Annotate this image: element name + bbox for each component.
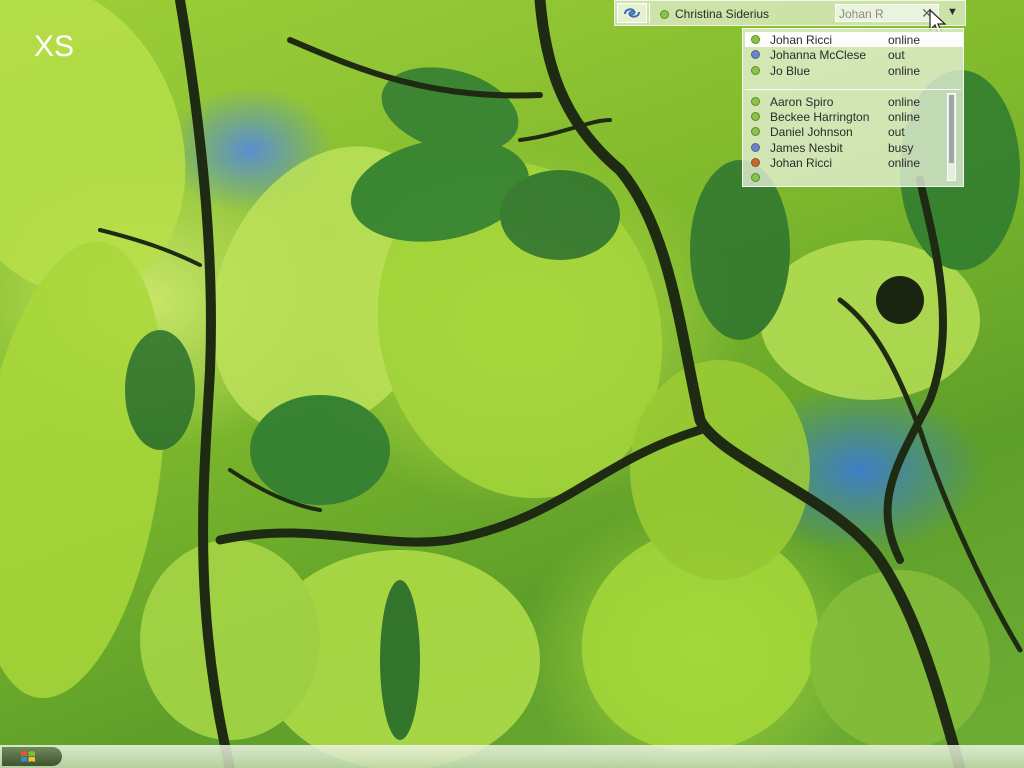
status-dot — [751, 158, 760, 167]
status-dot — [751, 97, 760, 106]
contact-row[interactable]: Beckee Harrington online — [751, 109, 938, 124]
desktop-label: XS — [34, 30, 75, 63]
start-button[interactable] — [2, 747, 62, 766]
status-dot — [751, 50, 760, 59]
contact-row[interactable]: Daniel Johnson out — [751, 124, 938, 139]
user-status-dot — [660, 9, 669, 19]
contact-status: online — [888, 155, 921, 170]
contact-name: Beckee Harrington — [770, 109, 870, 124]
contact-status: online — [888, 32, 921, 47]
status-dot — [751, 112, 760, 121]
swirl-logo-icon — [624, 8, 640, 18]
contact-name: Johanna McClese — [770, 47, 867, 62]
triangle-down-icon[interactable]: ▼ — [947, 6, 958, 18]
contact-name: Aaron Spiro — [770, 94, 834, 109]
scrollbar-thumb[interactable] — [949, 95, 954, 163]
contact-row[interactable]: Jo Blue online — [751, 63, 938, 78]
contact-name: Jo Blue — [770, 63, 811, 78]
contact-status: busy — [888, 140, 914, 155]
taskbar — [0, 745, 1024, 768]
contact-row[interactable]: James Nesbit busy — [751, 140, 938, 155]
list-divider — [745, 89, 961, 90]
status-dot — [751, 35, 760, 44]
contact-row-selected[interactable]: Johan Ricci online — [745, 32, 963, 47]
status-dot — [751, 173, 760, 182]
contact-list-scrollbar[interactable] — [947, 93, 956, 181]
contact-name: Daniel Johnson — [770, 124, 853, 139]
contact-name: Johan Ricci — [770, 32, 833, 47]
current-user[interactable]: Christina Siderius — [660, 7, 769, 21]
toolbar-divider — [649, 3, 650, 23]
contact-status: online — [888, 94, 921, 109]
status-dot — [751, 143, 760, 152]
contact-suggestions-panel: Johan Ricci online Johanna McClese out J… — [742, 28, 964, 187]
status-dot — [751, 127, 760, 136]
contact-status: out — [888, 124, 905, 139]
contact-name: James Nesbit — [770, 140, 843, 155]
contacts-widget-bar: Christina Siderius ✕ ▼ — [614, 0, 966, 26]
app-logo-button[interactable] — [617, 3, 647, 23]
current-user-name: Christina Siderius — [675, 7, 770, 21]
contact-status: out — [888, 47, 905, 62]
contact-row[interactable]: Johan Ricci online — [751, 155, 938, 170]
windows-logo-icon — [21, 750, 35, 762]
contact-status: online — [888, 109, 921, 124]
contact-name: Johan Ricci — [770, 155, 833, 170]
status-dot — [751, 66, 760, 75]
contact-status: online — [888, 63, 921, 78]
contact-row[interactable]: Johanna McClese out — [751, 47, 938, 62]
contact-row[interactable] — [751, 170, 938, 185]
contact-row[interactable]: Aaron Spiro online — [751, 94, 938, 109]
